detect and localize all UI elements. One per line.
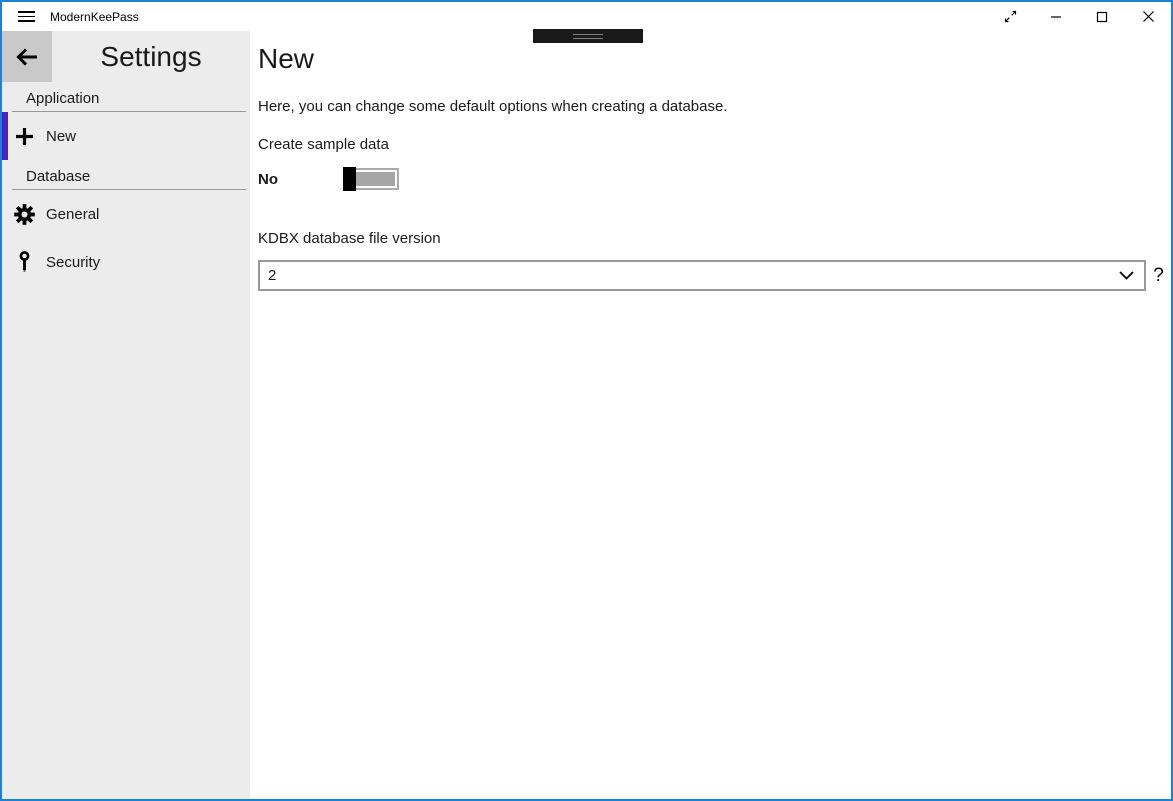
selected-indicator bbox=[2, 112, 8, 160]
sidebar-section-database: Database bbox=[12, 166, 246, 190]
minimize-button[interactable] bbox=[1033, 2, 1079, 31]
maximize-button[interactable] bbox=[1079, 2, 1125, 31]
sample-data-toggle-row: No bbox=[258, 166, 1171, 192]
kdbx-version-dropdown[interactable]: 2 bbox=[258, 260, 1146, 291]
app-title: ModernKeePass bbox=[50, 10, 139, 24]
fullscreen-button[interactable] bbox=[987, 2, 1033, 31]
maximize-icon bbox=[1096, 11, 1108, 23]
key-icon bbox=[2, 251, 46, 273]
grabber-lines-icon bbox=[573, 34, 603, 39]
fullscreen-exit-handle[interactable] bbox=[533, 29, 643, 43]
close-button[interactable] bbox=[1125, 2, 1171, 31]
back-button[interactable] bbox=[2, 31, 52, 82]
settings-sidebar: Settings Application New Database bbox=[2, 31, 250, 799]
app-window: ModernKeePass bbox=[0, 0, 1173, 801]
create-sample-data-toggle[interactable] bbox=[343, 168, 399, 190]
kdbx-version-row: 2 ? bbox=[258, 260, 1171, 291]
title-bar: ModernKeePass bbox=[2, 2, 1171, 31]
sidebar-item-general[interactable]: General bbox=[2, 190, 250, 238]
hamburger-icon bbox=[18, 11, 35, 13]
page-description: Here, you can change some default option… bbox=[258, 98, 1171, 115]
hamburger-menu-button[interactable] bbox=[2, 2, 50, 31]
sidebar-item-label: General bbox=[46, 206, 99, 223]
sidebar-header: Settings bbox=[2, 31, 250, 82]
window-controls bbox=[987, 2, 1171, 31]
plus-icon bbox=[2, 127, 46, 146]
sidebar-title: Settings bbox=[52, 31, 250, 82]
chevron-down-icon bbox=[1119, 271, 1134, 280]
close-icon bbox=[1142, 10, 1155, 23]
fullscreen-icon bbox=[1003, 9, 1018, 24]
page-title: New bbox=[258, 42, 1171, 76]
sidebar-item-label: New bbox=[46, 128, 76, 145]
sample-data-label: Create sample data bbox=[258, 136, 1171, 153]
sidebar-section-application: Application bbox=[12, 88, 246, 112]
sidebar-item-security[interactable]: Security bbox=[2, 238, 250, 286]
gear-icon bbox=[2, 204, 46, 225]
back-arrow-icon bbox=[15, 48, 39, 66]
sidebar-item-label: Security bbox=[46, 254, 100, 271]
kdbx-version-label: KDBX database file version bbox=[258, 230, 1171, 247]
toggle-thumb[interactable] bbox=[343, 167, 356, 191]
sidebar-item-new[interactable]: New bbox=[2, 112, 250, 160]
main-area: Settings Application New Database bbox=[2, 31, 1171, 799]
minimize-icon bbox=[1050, 11, 1062, 23]
dropdown-selected-value: 2 bbox=[268, 267, 1119, 284]
help-question-mark: ? bbox=[1146, 265, 1171, 287]
toggle-state-label: No bbox=[258, 171, 343, 188]
settings-page-new: New Here, you can change some default op… bbox=[250, 31, 1171, 799]
